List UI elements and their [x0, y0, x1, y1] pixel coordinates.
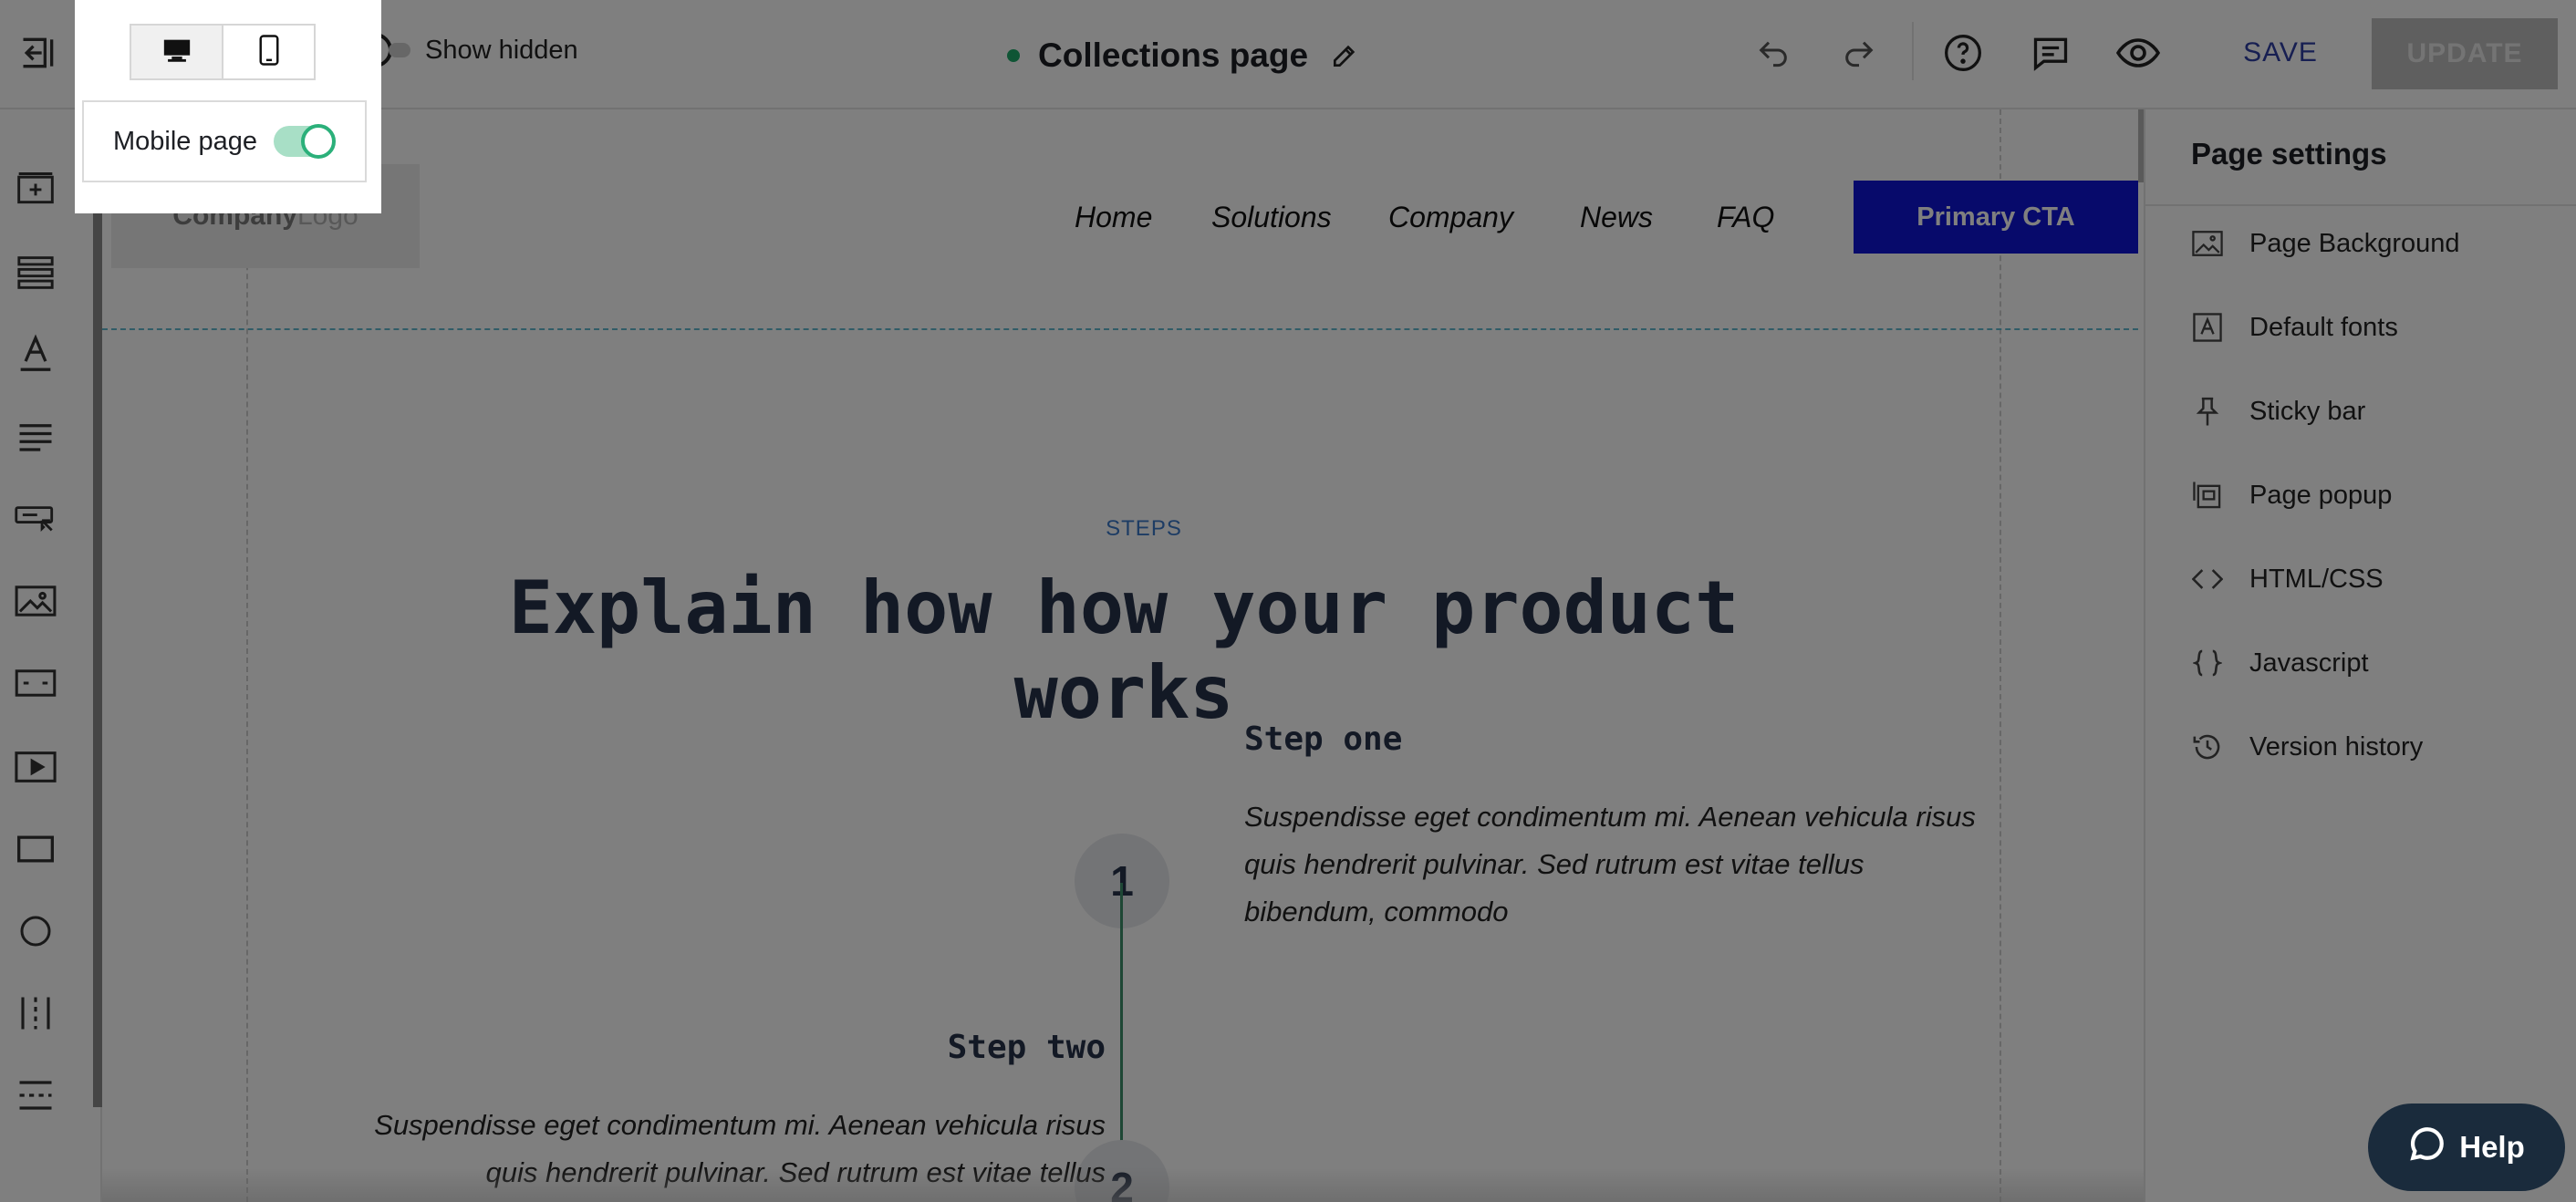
show-hidden-toggle[interactable]: Show hidden: [358, 33, 578, 67]
nav-link-news[interactable]: News: [1580, 201, 1653, 234]
device-popover: Mobile page: [75, 0, 381, 213]
paragraph-icon[interactable]: [13, 414, 58, 460]
javascript-item[interactable]: Javascript: [2189, 640, 2369, 686]
circle-icon[interactable]: [13, 908, 58, 954]
pin-icon: [2189, 393, 2226, 430]
switch-knob: [301, 124, 336, 159]
font-icon: [2189, 309, 2226, 346]
history-icon: [2189, 729, 2226, 765]
javascript-label: Javascript: [2249, 648, 2369, 678]
code-icon: [2189, 561, 2226, 597]
step-one-title: Step one: [1244, 720, 1403, 758]
left-toolbar: [0, 109, 102, 1202]
version-history-item[interactable]: Version history: [2189, 724, 2423, 770]
guide-left: [246, 109, 248, 1202]
page-popup-item[interactable]: Page popup: [2189, 472, 2392, 518]
section-title: Explain how how your product works: [508, 565, 1740, 735]
version-history-label: Version history: [2249, 731, 2424, 762]
add-section-icon[interactable]: [13, 166, 58, 212]
desktop-icon: [161, 36, 192, 68]
mobile-icon: [258, 34, 280, 70]
chat-bubble-icon: [2408, 1124, 2446, 1170]
button-icon[interactable]: [13, 496, 58, 542]
sticky-bar-item[interactable]: Sticky bar: [2189, 389, 2365, 434]
section-eyebrow: STEPS: [1106, 516, 1182, 541]
canvas-bottom-fade: [102, 1167, 2144, 1202]
popup-icon: [2189, 477, 2226, 513]
edit-title-icon[interactable]: [1326, 37, 1363, 74]
show-hidden-label: Show hidden: [425, 35, 578, 65]
default-fonts-label: Default fonts: [2249, 312, 2398, 342]
desktop-view-button[interactable]: [131, 26, 222, 78]
mobile-page-row: Mobile page: [82, 100, 367, 182]
mobile-view-button[interactable]: [222, 26, 314, 78]
default-fonts-item[interactable]: Default fonts: [2189, 305, 2398, 350]
section-boundary: [102, 328, 2138, 330]
step-two-title: Step two: [947, 1029, 1106, 1066]
toolbar-divider: [1912, 22, 1914, 80]
page-title: Collections page: [1038, 36, 1309, 74]
update-button[interactable]: UPDATE: [2372, 18, 2558, 89]
columns-icon[interactable]: [13, 990, 58, 1036]
redo-icon[interactable]: [1833, 29, 1885, 80]
page-background-item[interactable]: Page Background: [2189, 221, 2460, 266]
save-button[interactable]: SAVE: [2218, 18, 2342, 88]
help-circle-icon[interactable]: [1937, 27, 1989, 78]
box-icon[interactable]: [13, 826, 58, 872]
text-icon[interactable]: [13, 330, 58, 376]
left-toolbar-scrollbar[interactable]: [93, 204, 102, 1107]
top-bar: Show hidden Collections page SAVE UPDATE: [0, 0, 2576, 109]
image-icon: [2189, 225, 2226, 262]
exit-editor-icon[interactable]: [13, 27, 64, 78]
mobile-page-label: Mobile page: [113, 126, 257, 156]
html-css-label: HTML/CSS: [2249, 564, 2384, 594]
step-one-line-3: bibendum, commodo: [1244, 896, 1509, 927]
primary-cta-button[interactable]: Primary CTA: [1854, 181, 2138, 254]
page-canvas[interactable]: Company Logo Home Solutions Company News …: [102, 109, 2144, 1202]
page-background-label: Page Background: [2249, 228, 2460, 258]
status-dot: [1007, 49, 1020, 62]
page-settings-title: Page settings: [2191, 137, 2387, 171]
page-title-group: Collections page: [1007, 31, 1363, 80]
braces-icon: [2189, 645, 2226, 681]
help-label: Help: [2459, 1130, 2525, 1164]
show-hidden-track: [389, 43, 410, 57]
step-one-text: Suspendisse eget condimentum mi. Aenean …: [1244, 793, 2029, 936]
image-icon[interactable]: [13, 578, 58, 624]
help-launcher-button[interactable]: Help: [2368, 1104, 2565, 1191]
mobile-page-switch[interactable]: [274, 124, 336, 159]
nav-link-solutions[interactable]: Solutions: [1211, 201, 1332, 234]
form-icon[interactable]: [13, 660, 58, 706]
nav-link-faq[interactable]: FAQ: [1717, 201, 1774, 234]
page-popup-label: Page popup: [2249, 480, 2393, 510]
page-settings-panel: Page settings Page Background Default fo…: [2144, 109, 2576, 1202]
panel-divider: [2145, 204, 2576, 206]
step-two-line-1: Suspendisse eget condimentum mi. Aenean …: [374, 1109, 1106, 1141]
rows-icon[interactable]: [13, 250, 58, 295]
undo-icon[interactable]: [1748, 29, 1799, 80]
video-icon[interactable]: [13, 744, 58, 790]
nav-link-company[interactable]: Company: [1388, 201, 1513, 234]
html-css-item[interactable]: HTML/CSS: [2189, 556, 2384, 602]
divider-icon[interactable]: [13, 1072, 58, 1118]
preview-eye-icon[interactable]: [2111, 27, 2166, 78]
sticky-bar-label: Sticky bar: [2249, 396, 2366, 426]
comments-icon[interactable]: [2025, 27, 2076, 78]
step-one-line-2: quis hendrerit pulvinar. Sed rutrum est …: [1244, 848, 1864, 880]
device-toggle: [130, 24, 316, 80]
guide-right: [2000, 109, 2001, 1202]
step-one-line-1: Suspendisse eget condimentum mi. Aenean …: [1244, 801, 1976, 833]
nav-link-home[interactable]: Home: [1075, 201, 1152, 234]
